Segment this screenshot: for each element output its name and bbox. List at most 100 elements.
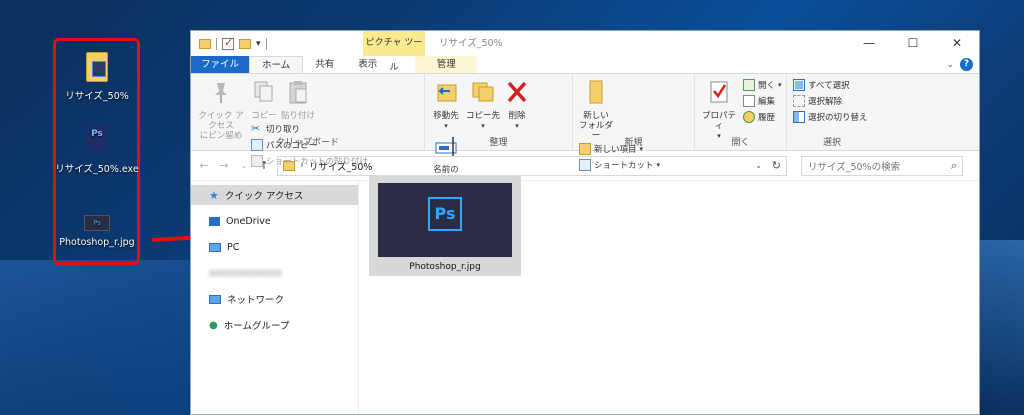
new-folder-icon[interactable] [239, 38, 251, 49]
pin-icon [215, 83, 227, 103]
group-organize: 移動先 ▾ コピー先 ▾ 削除 ▾ 名前の 変更 整理 [425, 74, 573, 185]
move-to-button[interactable]: 移動先 ▾ [429, 77, 463, 131]
navigation-pane: ★ クイック アクセス OneDrive PC xxxxxxxxxxxxx ネッ… [191, 181, 359, 414]
file-item-photoshop-jpg[interactable]: Ps Photoshop_r.jpg [369, 176, 521, 276]
help-icon[interactable]: ? [960, 58, 973, 71]
desktop-icon-exe[interactable]: Ps リサイズ_50%.exe [52, 125, 142, 175]
tab-home[interactable]: ホーム [249, 56, 304, 73]
properties-icon [710, 81, 728, 103]
new-folder-button[interactable]: 新しい フォルダー [577, 77, 615, 141]
new-folder-icon [589, 80, 603, 104]
properties-check-icon[interactable] [222, 36, 234, 50]
address-path: リサイズ_50% [308, 161, 373, 173]
minimize-button[interactable]: — [847, 31, 891, 56]
desktop-icon-label: Photoshop_r.jpg [59, 237, 135, 248]
computer-icon [209, 242, 221, 252]
desktop-icon-label: リサイズ_50%.exe [55, 164, 139, 175]
onedrive-icon [209, 216, 220, 226]
ribbon: クイック アクセス にピン留め コピー 貼り付け ✂ 切り取り パスのコピー ショ… [191, 74, 979, 185]
desktop-icon-jpg[interactable]: Ps Photoshop_r.jpg [52, 215, 142, 248]
properties-button[interactable]: プロパティ ▾ [699, 77, 739, 141]
tab-file[interactable]: ファイル [191, 56, 250, 73]
folder-icon [86, 52, 108, 82]
nav-item-network[interactable]: ネットワーク [191, 289, 358, 309]
wallpaper-ray-left [0, 260, 190, 415]
photoshop-logo-icon: Ps [428, 197, 462, 231]
close-button[interactable]: ✕ [935, 31, 979, 56]
open-icon [743, 79, 755, 91]
invert-selection-button[interactable]: 選択の切り替え [793, 109, 868, 125]
search-input[interactable]: リサイズ_50%の検索 ⌕ [801, 155, 963, 176]
address-bar[interactable]: › リサイズ_50% ⌄ ↻ [277, 155, 787, 176]
group-label: 選択 [822, 138, 841, 148]
history-button[interactable]: 履歴 [743, 109, 782, 125]
wallpaper-ray-right [980, 240, 1024, 415]
group-new: 新しい フォルダー 新しい項目 ▾ ショートカット ▾ 新規 [573, 74, 695, 171]
pin-quick-access-button[interactable]: クイック アクセス にピン留め [195, 77, 247, 141]
delete-x-icon [507, 81, 527, 103]
group-label: 開く [731, 138, 750, 148]
move-to-icon [437, 84, 457, 102]
delete-button[interactable]: 削除 ▾ [503, 77, 531, 131]
nav-item-blurred[interactable]: xxxxxxxxxxxxx [191, 263, 358, 283]
maximize-button[interactable]: ☐ [891, 31, 935, 56]
collapse-ribbon-icon[interactable]: ⌄ [946, 60, 954, 70]
group-clipboard: クイック アクセス にピン留め コピー 貼り付け ✂ 切り取り パスのコピー ショ… [191, 74, 425, 167]
quick-access-toolbar: ▾ [191, 36, 267, 50]
window-title: リサイズ_50% [439, 38, 503, 49]
desktop-icon-folder[interactable]: リサイズ_50% [52, 52, 142, 102]
desktop-icon-label: リサイズ_50% [65, 91, 129, 102]
address-dropdown-icon[interactable]: ⌄ [755, 161, 762, 170]
edit-icon [743, 95, 755, 107]
nav-item-pc[interactable]: PC [191, 237, 358, 257]
file-list[interactable]: Ps Photoshop_r.jpg [359, 176, 979, 414]
tab-view[interactable]: 表示 [346, 56, 389, 73]
group-label: 新規 [624, 138, 643, 148]
select-none-button[interactable]: 選択解除 [793, 93, 868, 109]
copy-button[interactable]: コピー [249, 77, 279, 121]
history-icon [743, 111, 755, 123]
group-label: クリップボード [275, 138, 339, 148]
copy-to-icon [472, 82, 494, 102]
back-arrow-icon[interactable]: ← [197, 159, 211, 172]
nav-item-onedrive[interactable]: OneDrive [191, 211, 358, 231]
refresh-icon[interactable]: ↻ [772, 159, 781, 172]
forward-arrow-icon[interactable]: → [217, 159, 231, 172]
network-icon [209, 294, 221, 304]
copy-icon [254, 81, 273, 102]
star-icon: ★ [209, 188, 219, 202]
paste-button[interactable]: 貼り付け [281, 77, 315, 121]
group-label: 整理 [489, 138, 508, 148]
tab-manage[interactable]: 管理 [415, 56, 478, 73]
tab-share[interactable]: 共有 [303, 56, 346, 73]
copy-to-button[interactable]: コピー先 ▾ [465, 77, 501, 131]
edit-button[interactable]: 編集 [743, 93, 782, 109]
folder-icon [283, 160, 295, 171]
address-row: ← → ⌄ ↑ › リサイズ_50% ⌄ ↻ リサイズ_50%の検索 ⌕ [191, 151, 979, 181]
nav-item-homegroup[interactable]: ● ホームグループ [191, 315, 358, 335]
ribbon-tabs: ファイル ホーム 共有 表示 管理 ⌄ ? [191, 56, 979, 74]
photoshop-image-icon: Ps [84, 215, 110, 231]
scissors-icon: ✂ [251, 122, 261, 135]
nav-item-quick-access[interactable]: ★ クイック アクセス [191, 185, 358, 205]
breadcrumb-chevron-icon: › [300, 160, 304, 171]
paste-icon [289, 81, 307, 104]
file-thumbnail: Ps [378, 183, 512, 257]
picture-tools-header: ピクチャ ツール [363, 31, 425, 73]
select-all-icon [793, 79, 805, 91]
select-all-button[interactable]: すべて選択 [793, 77, 868, 93]
qat-dropdown-icon[interactable]: ▾ [256, 39, 261, 49]
homegroup-icon: ● [209, 319, 218, 331]
open-button[interactable]: 開く ▾ [743, 77, 782, 93]
file-name: Photoshop_r.jpg [409, 262, 481, 272]
invert-selection-icon [793, 111, 805, 123]
explorer-window[interactable]: ▾ ピクチャ ツール リサイズ_50% — ☐ ✕ ファイル ホーム 共有 表示… [190, 30, 980, 415]
recent-dropdown-icon[interactable]: ⌄ [237, 161, 251, 170]
shortcut-paste-icon [251, 155, 263, 167]
search-icon: ⌕ [950, 158, 957, 172]
folder-icon [199, 38, 211, 49]
select-none-icon [793, 95, 805, 107]
group-open: プロパティ ▾ 開く ▾ 編集 履歴 開く [695, 74, 787, 150]
group-select: すべて選択 選択解除 選択の切り替え 選択 [787, 74, 877, 150]
title-bar[interactable]: ▾ ピクチャ ツール リサイズ_50% — ☐ ✕ [191, 31, 979, 73]
